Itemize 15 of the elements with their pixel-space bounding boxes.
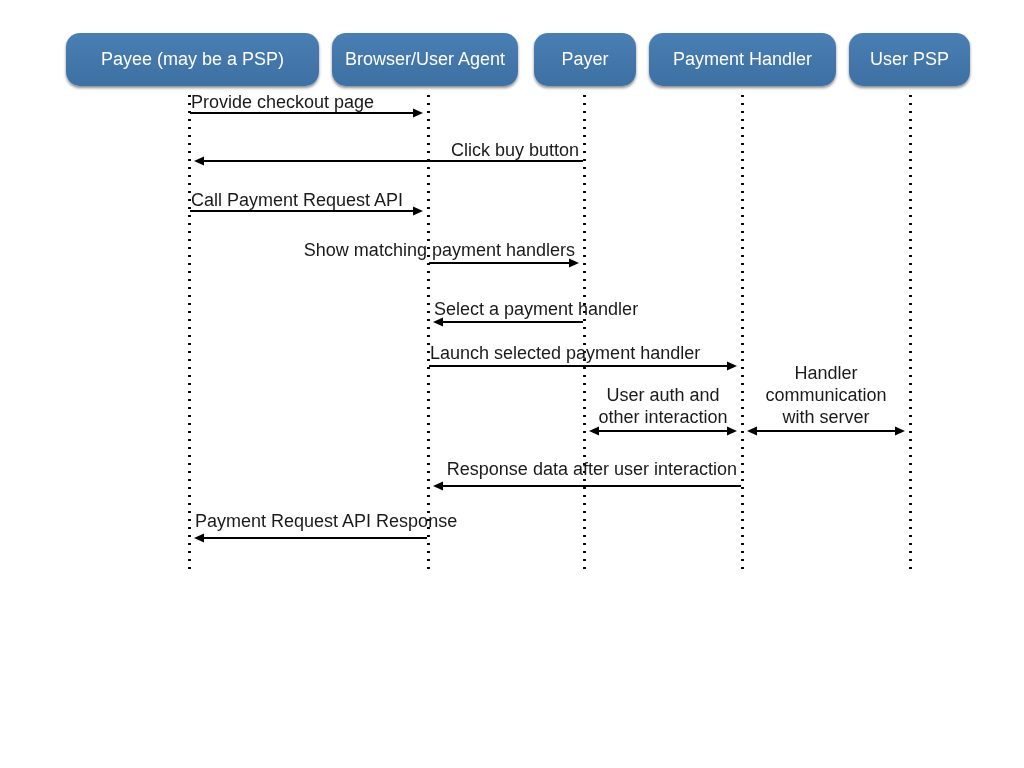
- message-label: Click buy button: [450, 139, 579, 161]
- message-label: User auth and other interaction: [598, 384, 728, 428]
- message-label: Launch selected payment handler: [430, 342, 701, 364]
- message-label: Show matching payment handlers: [303, 239, 575, 261]
- message-label: Call Payment Request API: [191, 189, 404, 211]
- message-label: Select a payment handler: [434, 298, 639, 320]
- participant-box: Browser/User Agent: [332, 33, 518, 86]
- message-label: Provide checkout page: [191, 91, 375, 113]
- message-label: Response data after user interaction: [446, 458, 737, 480]
- message-label: Payment Request API Response: [195, 510, 458, 532]
- message-label: Handler communication with server: [765, 362, 887, 428]
- participant-box: Payment Handler: [649, 33, 836, 86]
- participant-box: User PSP: [849, 33, 970, 86]
- participant-box: Payee (may be a PSP): [66, 33, 319, 86]
- participant-box: Payer: [534, 33, 636, 86]
